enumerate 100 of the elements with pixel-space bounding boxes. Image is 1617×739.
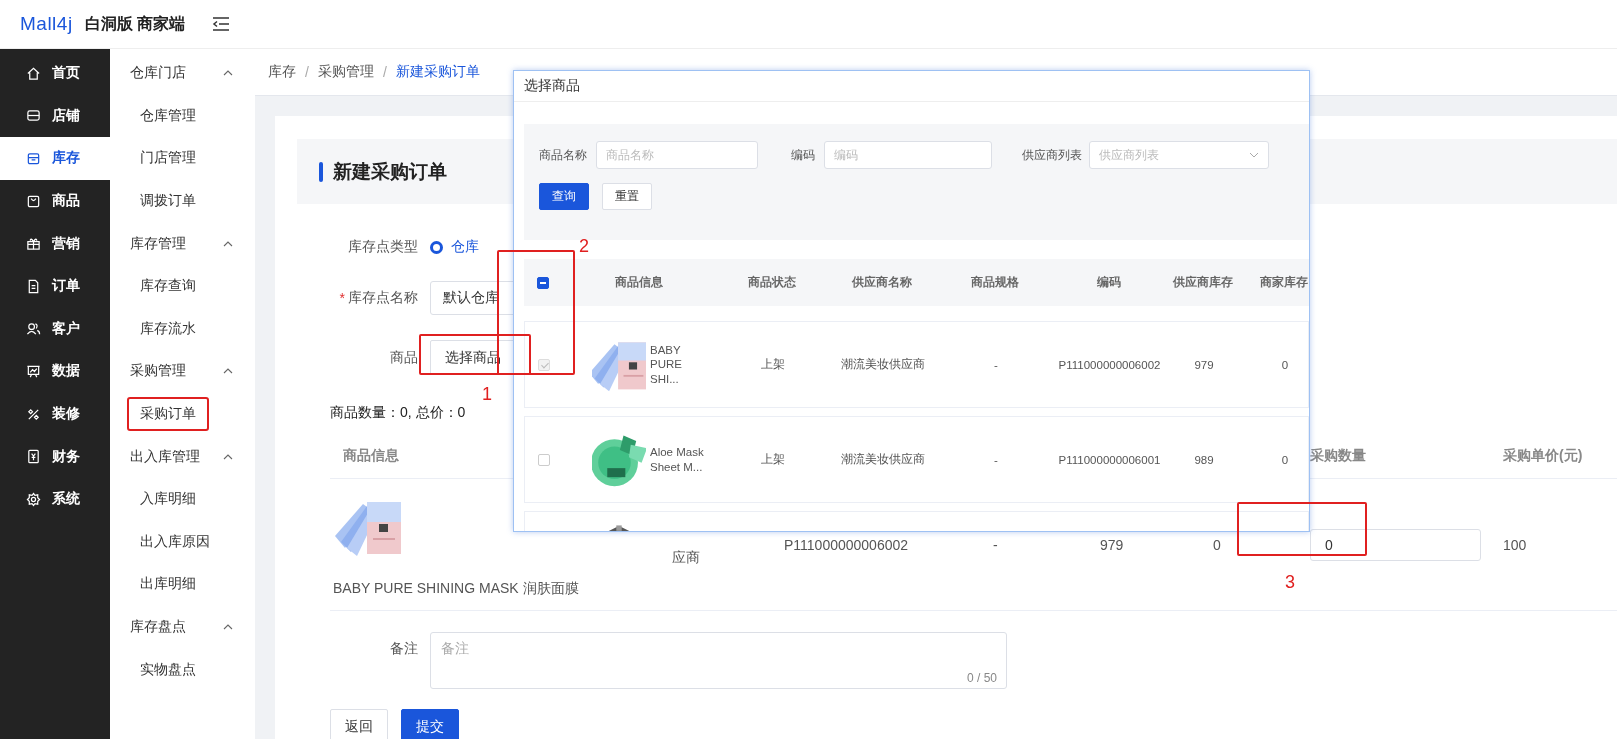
submenu-group[interactable]: 库存管理 bbox=[110, 222, 255, 265]
table-cell: 100 bbox=[1503, 536, 1527, 553]
chevron-icon bbox=[223, 70, 233, 77]
product-name: BABY PURE SHINING MASK 润肤面膜 bbox=[333, 579, 579, 598]
select-all-checkbox[interactable] bbox=[537, 276, 549, 289]
table-cell: 979 bbox=[1194, 358, 1214, 371]
submenu-item[interactable]: 入库明细 bbox=[127, 482, 209, 517]
column-header: 采购单价(元) bbox=[1503, 447, 1583, 463]
quantity-input[interactable]: 0 bbox=[1310, 528, 1481, 561]
table-cell: 上架 bbox=[760, 357, 785, 372]
menu-item[interactable]: 财务 bbox=[0, 435, 110, 478]
submenu-group[interactable]: 库存盘点 bbox=[110, 605, 255, 649]
product-name: Aloe Mask Sheet M... bbox=[650, 445, 705, 474]
table-cell: P111000000006002 bbox=[784, 536, 909, 553]
menu-item[interactable]: 数据 bbox=[0, 350, 110, 393]
app-title: 白洞版 商家端 bbox=[84, 13, 186, 34]
submenu-item[interactable]: 库存流水 bbox=[127, 311, 209, 346]
column-header: 商品信息 bbox=[343, 447, 399, 463]
back-button[interactable]: 返回 bbox=[330, 709, 388, 739]
submenu-item[interactable]: 出入库原因 bbox=[127, 524, 223, 559]
dialog-title: 选择商品 bbox=[524, 77, 580, 95]
chevron-icon bbox=[223, 453, 233, 460]
product-row[interactable]: Aloe Mask Sheet M... 上架 潮流美妆供应商 - P111000000006001 989 0 bbox=[524, 416, 1309, 503]
table-cell: 应商 bbox=[672, 548, 700, 565]
breadcrumb-separator: / bbox=[305, 64, 309, 80]
annotation-number: 1 bbox=[482, 384, 492, 405]
submenu-item[interactable]: 库存查询 bbox=[127, 269, 209, 304]
column-header: 商品状态 bbox=[747, 275, 796, 290]
table-cell: 979 bbox=[1100, 536, 1124, 553]
submit-button[interactable]: 提交 bbox=[401, 709, 459, 739]
table-cell: 0 bbox=[1213, 536, 1221, 553]
menu-item-icon bbox=[26, 65, 41, 81]
reset-button[interactable]: 重置 bbox=[602, 183, 652, 210]
menu-collapse-icon[interactable] bbox=[212, 17, 231, 31]
logo: Mall4j bbox=[20, 13, 73, 35]
order-summary: 商品数量：0, 总价：0 bbox=[330, 404, 466, 422]
menu-item[interactable]: 客户 bbox=[0, 307, 110, 351]
menu-item[interactable]: 装修 bbox=[0, 392, 110, 436]
dropdown-icon bbox=[1249, 152, 1259, 158]
menu-item-icon bbox=[26, 108, 41, 124]
field-label: 备注 bbox=[389, 639, 419, 658]
menu-item-icon bbox=[26, 491, 41, 507]
menu-item-icon bbox=[26, 193, 41, 209]
menu-item[interactable]: 首页 bbox=[0, 52, 110, 95]
annotation-number: 2 bbox=[579, 236, 589, 257]
submenu-item[interactable]: 实物盘点 bbox=[127, 652, 209, 687]
table-cell: P111000000006002 bbox=[1058, 358, 1161, 371]
table-cell: 潮流美妆供应商 bbox=[840, 357, 925, 372]
search-field[interactable]: 商品名称 bbox=[596, 141, 758, 169]
menu-item-icon bbox=[26, 278, 41, 294]
table-cell: 潮流美妆供应商 bbox=[840, 452, 925, 467]
submenu-item[interactable]: 仓库管理 bbox=[127, 98, 209, 133]
menu-item[interactable]: 订单 bbox=[0, 264, 110, 308]
menu-item-icon bbox=[26, 449, 41, 465]
table-cell: - bbox=[993, 536, 998, 553]
row-checkbox[interactable] bbox=[538, 453, 550, 466]
table-cell: 0 bbox=[1281, 453, 1289, 466]
breadcrumb-link[interactable]: 新建采购订单 bbox=[395, 63, 480, 81]
page-title: 新建采购订单 bbox=[333, 159, 447, 184]
column-header: 采购数量 bbox=[1310, 447, 1366, 463]
table-cell: 0 bbox=[1281, 358, 1289, 371]
table-cell: P111000000006001 bbox=[1058, 453, 1161, 466]
column-header: 商品信息 bbox=[614, 275, 663, 290]
table-cell: - bbox=[994, 453, 998, 466]
filter-label: 商品名称 bbox=[539, 146, 587, 164]
menu-item[interactable]: 店铺 bbox=[0, 94, 110, 138]
menu-item-icon bbox=[26, 406, 41, 422]
breadcrumb-link[interactable]: 库存 bbox=[268, 63, 296, 81]
column-header: 供应商库存 bbox=[1173, 275, 1233, 290]
breadcrumb-link[interactable]: 采购管理 bbox=[317, 63, 374, 81]
menu-item[interactable]: 营销 bbox=[0, 222, 110, 265]
submenu-item[interactable]: 门店管理 bbox=[127, 141, 209, 176]
annotation-number: 3 bbox=[1285, 572, 1295, 593]
submenu-item[interactable]: 调拨订单 bbox=[127, 184, 209, 219]
chevron-icon bbox=[223, 368, 233, 375]
column-header: 商品规格 bbox=[971, 275, 1019, 290]
menu-item-icon bbox=[26, 321, 41, 337]
submenu-group[interactable]: 仓库门店 bbox=[110, 52, 255, 95]
submenu-item[interactable]: 采购订单 bbox=[127, 397, 209, 432]
query-button[interactable]: 查询 bbox=[539, 183, 589, 210]
breadcrumb-separator: / bbox=[382, 64, 387, 80]
submenu-group[interactable]: 采购管理 bbox=[110, 350, 255, 393]
field-label: 库存点类型 bbox=[347, 238, 419, 256]
filter-label: 编码 bbox=[791, 146, 815, 164]
menu-item[interactable]: 库存 bbox=[0, 137, 110, 180]
radio-button[interactable] bbox=[430, 240, 443, 254]
radio-option[interactable]: 仓库 bbox=[430, 238, 479, 256]
field-label: 商品 bbox=[389, 348, 419, 367]
search-field[interactable]: 编码 bbox=[824, 141, 992, 169]
menu-item-icon bbox=[26, 363, 41, 379]
character-counter: 0 / 50 bbox=[966, 671, 997, 685]
column-header: 编码 bbox=[1096, 275, 1121, 290]
submenu-group[interactable]: 出入库管理 bbox=[110, 435, 255, 478]
menu-item[interactable]: 商品 bbox=[0, 179, 110, 223]
table-cell: 989 bbox=[1194, 453, 1214, 466]
table-cell: 上架 bbox=[760, 452, 785, 467]
menu-item[interactable]: 系统 bbox=[0, 477, 110, 521]
required-mark: * bbox=[339, 290, 345, 306]
submenu-item[interactable]: 出库明细 bbox=[127, 567, 209, 602]
column-header: 供应商名称 bbox=[851, 275, 912, 290]
